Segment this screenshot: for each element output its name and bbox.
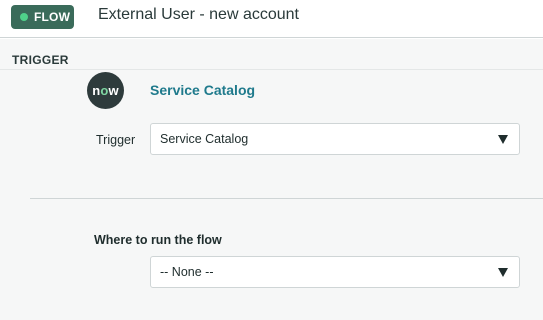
- run-location-label: Where to run the flow: [94, 233, 222, 247]
- servicenow-logo-icon: now: [87, 72, 124, 109]
- run-location-select[interactable]: -- None --: [150, 256, 520, 288]
- section-divider: [30, 198, 543, 199]
- trigger-select-value: Service Catalog: [160, 132, 249, 146]
- section-title: TRIGGER: [12, 53, 69, 67]
- logo-letter-n: n: [92, 83, 101, 98]
- flow-header: FLOW External User - new account: [0, 0, 543, 38]
- dropdown-caret-icon: [498, 135, 508, 144]
- trigger-source-link[interactable]: Service Catalog: [150, 82, 255, 98]
- trigger-label: Trigger: [96, 133, 136, 147]
- flow-title[interactable]: External User - new account: [98, 6, 299, 24]
- status-dot-icon: [20, 13, 28, 21]
- logo-letter-o: o: [100, 83, 109, 98]
- flow-badge-label: FLOW: [34, 10, 71, 24]
- run-location-select-value: -- None --: [160, 265, 214, 279]
- flow-status-badge: FLOW: [11, 5, 74, 29]
- trigger-select[interactable]: Service Catalog: [150, 123, 520, 155]
- dropdown-caret-icon: [498, 268, 508, 277]
- logo-letter-w: w: [108, 83, 119, 98]
- trigger-section-header: TRIGGER: [0, 39, 543, 70]
